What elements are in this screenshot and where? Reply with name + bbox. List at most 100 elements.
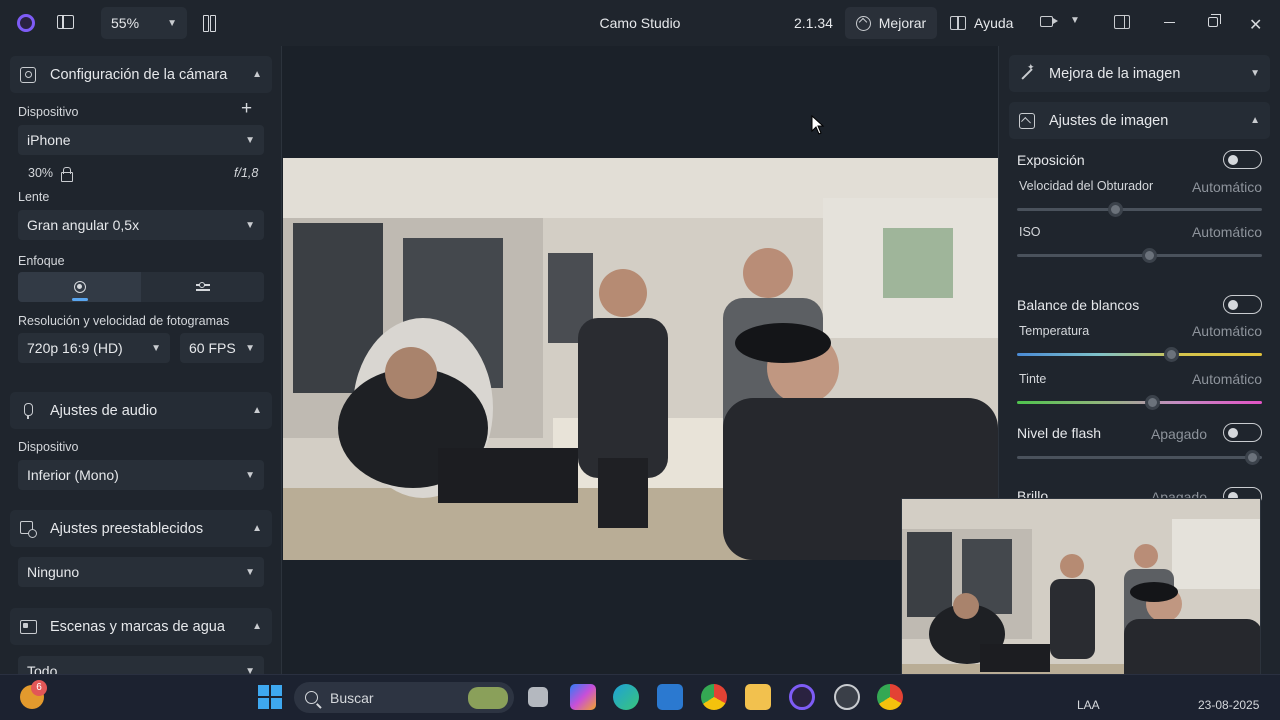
resolution-select[interactable]: 720p 16:9 (HD) ▼ [18, 333, 170, 363]
magic-wand-icon [1019, 62, 1035, 82]
focus-mode-toggle [18, 272, 264, 302]
app-icon[interactable] [834, 684, 860, 710]
focus-auto-button[interactable] [18, 272, 141, 302]
app-title: Camo Studio [599, 15, 681, 31]
focus-manual-button[interactable] [141, 272, 264, 302]
chrome-icon-2[interactable] [877, 684, 903, 710]
slider-thumb[interactable] [1108, 202, 1123, 217]
mouse-cursor-icon [811, 115, 825, 135]
shutter-label: Velocidad del Obturador [1019, 179, 1154, 193]
tint-slider[interactable] [1017, 395, 1262, 410]
iso-slider[interactable] [1017, 248, 1262, 263]
enhance-button[interactable]: Mejorar [845, 7, 937, 39]
target-icon [73, 281, 86, 293]
audio-device-value: Inferior (Mono) [27, 467, 119, 483]
fps-select[interactable]: 60 FPS ▼ [180, 333, 264, 363]
chevron-up-icon: ▲ [252, 69, 262, 80]
minimize-icon[interactable] [1164, 22, 1175, 24]
scene-select[interactable]: Todo ▼ [18, 656, 264, 674]
image-settings-header[interactable]: Ajustes de imagen ▲ [1009, 102, 1270, 139]
aperture-value: f/1,8 [234, 166, 259, 180]
white-balance-toggle[interactable] [1223, 295, 1262, 314]
lens-label: Lente [18, 190, 50, 204]
sidebar-toggle-icon[interactable] [57, 15, 74, 29]
camera-device-select[interactable]: iPhone ▼ [18, 125, 264, 155]
enhance-label: Mejorar [878, 15, 927, 31]
chevron-down-icon: ▼ [151, 342, 161, 354]
pip-feed-image [902, 499, 1260, 699]
search-icon [305, 691, 318, 704]
camo-taskbar-icon[interactable] [789, 684, 815, 710]
slider-thumb[interactable] [1245, 450, 1261, 465]
scene-value: Todo [27, 663, 58, 674]
chevron-up-icon: ▲ [252, 621, 262, 632]
audio-device-select[interactable]: Inferior (Mono) ▼ [18, 460, 264, 490]
video-camera-icon[interactable] [1040, 16, 1058, 27]
chevron-down-icon: ▼ [245, 665, 255, 675]
lens-select[interactable]: Gran angular 0,5x ▼ [18, 210, 264, 240]
resolution-label: Resolución y velocidad de fotogramas [18, 314, 230, 328]
iso-value: Automático [1191, 224, 1262, 240]
preset-value: Ninguno [27, 564, 80, 580]
help-button[interactable]: Ayuda [950, 7, 1013, 39]
mail-icon[interactable] [657, 684, 683, 710]
chrome-icon[interactable] [701, 684, 727, 710]
microphone-icon [20, 402, 36, 419]
audio-settings-title: Ajustes de audio [50, 402, 158, 419]
temperature-slider[interactable] [1017, 347, 1262, 362]
chevron-down-icon: ▼ [245, 219, 255, 231]
shutter-slider[interactable] [1017, 202, 1262, 217]
flash-slider[interactable] [1017, 450, 1262, 465]
image-enhancement-title: Mejora de la imagen [1049, 65, 1181, 82]
chevron-up-icon: ▲ [1250, 115, 1260, 126]
lock-icon[interactable] [61, 167, 73, 182]
presets-title: Ajustes preestablecidos [50, 520, 204, 537]
windows-taskbar: 6 Buscar LAA 23-08-2025 [0, 674, 1280, 720]
task-view-icon[interactable] [528, 687, 548, 707]
flash-level-label: Nivel de flash [1017, 425, 1102, 441]
camera-preview[interactable] [283, 158, 998, 560]
edge-browser-icon[interactable] [613, 684, 639, 710]
camo-logo-icon[interactable] [17, 14, 35, 32]
preset-select[interactable]: Ninguno ▼ [18, 557, 264, 587]
image-enhancement-header[interactable]: Mejora de la imagen ▼ [1009, 55, 1270, 92]
slider-thumb[interactable] [1164, 347, 1180, 362]
camera-settings-header[interactable]: Configuración de la cámara ▲ [10, 56, 272, 93]
close-icon[interactable]: ✕ [1249, 15, 1262, 35]
zoom-dropdown[interactable]: 55% ▼ [101, 7, 187, 39]
scenes-header[interactable]: Escenas y marcas de agua ▲ [10, 608, 272, 645]
chevron-down-icon: ▼ [1250, 68, 1260, 79]
taskbar-search[interactable]: Buscar [294, 682, 514, 713]
taskbar-date[interactable]: 23-08-2025 [1198, 698, 1259, 712]
scenes-title: Escenas y marcas de agua [50, 618, 225, 635]
audio-settings-header[interactable]: Ajustes de audio ▲ [10, 392, 272, 429]
windows-start-icon[interactable] [257, 684, 283, 710]
language-indicator[interactable]: LAA [1077, 698, 1100, 712]
restore-icon[interactable] [1208, 14, 1221, 27]
camera-feed-image [283, 158, 998, 560]
chevron-down-icon[interactable]: ▼ [1070, 15, 1080, 26]
title-bar: 55% ▼ Camo Studio 2.1.34 Mejorar Ayuda ▼… [0, 0, 1280, 46]
right-panel-toggle-icon[interactable] [1114, 15, 1130, 29]
slider-thumb[interactable] [1144, 395, 1160, 410]
help-label: Ayuda [974, 15, 1014, 31]
add-device-icon[interactable]: + [241, 98, 252, 120]
file-explorer-icon[interactable] [745, 684, 771, 710]
search-placeholder: Buscar [330, 689, 374, 706]
picture-in-picture-preview[interactable] [901, 498, 1261, 700]
copilot-icon[interactable] [570, 684, 596, 710]
chevron-down-icon: ▼ [245, 342, 255, 354]
left-settings-panel: Configuración de la cámara ▲ Dispositivo… [0, 46, 282, 674]
active-indicator [71, 298, 88, 301]
zoom-value: 55% [111, 15, 140, 31]
pause-icon[interactable] [203, 15, 216, 32]
chevron-up-icon: ▲ [252, 523, 262, 534]
upgrade-icon [855, 15, 871, 31]
exposure-toggle[interactable] [1223, 150, 1262, 169]
slider-thumb[interactable] [1142, 248, 1158, 263]
presets-header[interactable]: Ajustes preestablecidos ▲ [10, 510, 272, 547]
flash-toggle[interactable] [1223, 423, 1262, 442]
sliders-icon [195, 281, 210, 293]
white-balance-label: Balance de blancos [1017, 297, 1140, 313]
book-icon [950, 16, 966, 30]
